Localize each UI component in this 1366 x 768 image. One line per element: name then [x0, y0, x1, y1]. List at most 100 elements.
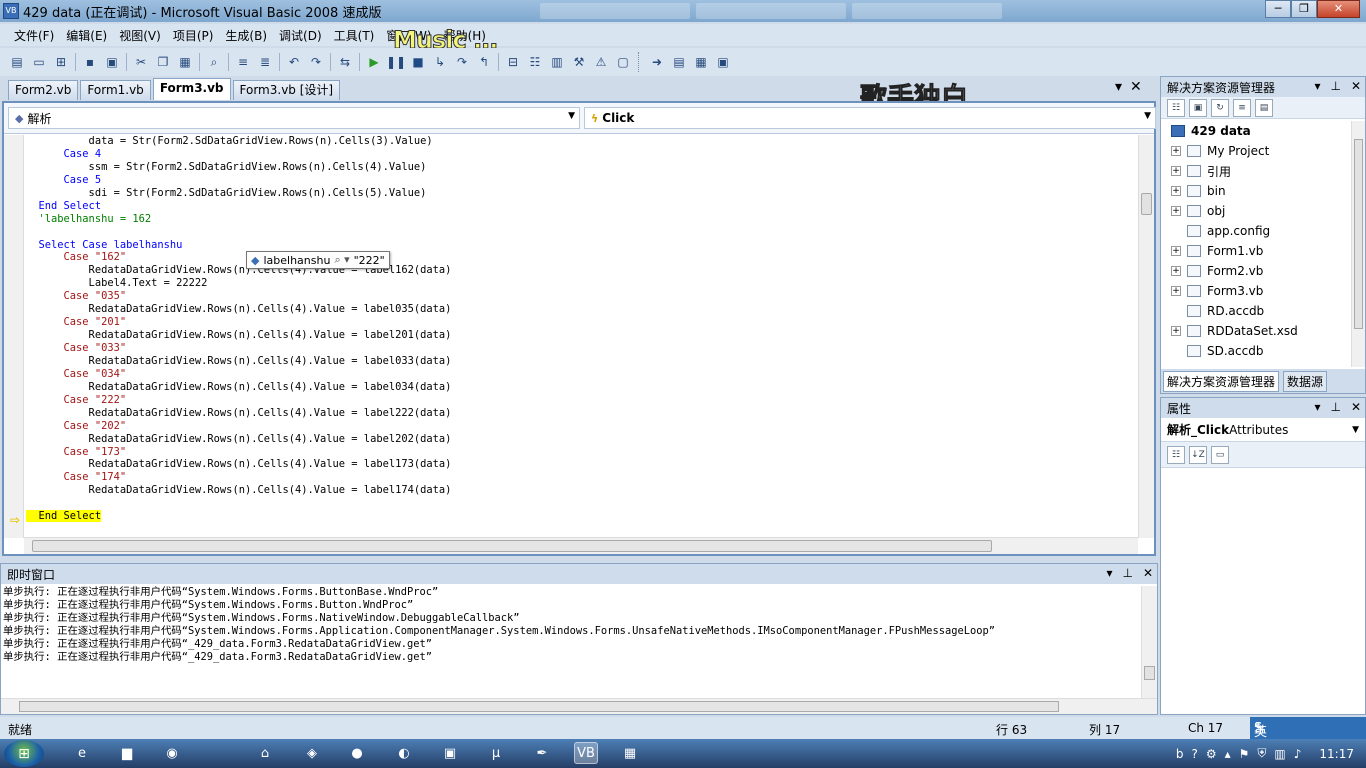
network-app-icon[interactable]: ⌂: [253, 742, 277, 764]
close-button[interactable]: ✕: [1317, 0, 1360, 18]
editor-vertical-scrollbar[interactable]: [1138, 135, 1154, 538]
cut-icon[interactable]: ✂: [130, 51, 152, 73]
maximize-button[interactable]: ❐: [1291, 0, 1317, 18]
code-line[interactable]: [26, 497, 1136, 510]
undo-icon[interactable]: ↶: [283, 51, 305, 73]
paste-icon[interactable]: ▦: [174, 51, 196, 73]
property-pages-icon[interactable]: ▭: [1211, 445, 1229, 464]
magnifier-icon[interactable]: ⌕ ▾: [334, 253, 349, 267]
indicator-margin[interactable]: ⇨: [4, 135, 24, 538]
code-line[interactable]: sdi = Str(Form2.SdDataGridView.Rows(n).C…: [26, 187, 1136, 200]
tree-item[interactable]: + RDDataSet.xsd: [1161, 321, 1365, 341]
scroll-thumb[interactable]: [32, 540, 992, 552]
editor-horizontal-scrollbar[interactable]: [24, 537, 1138, 554]
ime-toolbar[interactable]: S 英 °, ✎: [1250, 717, 1366, 740]
code-line[interactable]: Case "174": [26, 471, 1136, 484]
close-document-icon[interactable]: ✕: [1130, 79, 1142, 95]
close-icon[interactable]: ✕: [1351, 400, 1361, 414]
dropdown-icon[interactable]: ▾: [1314, 400, 1320, 414]
pin-icon[interactable]: ⊥: [1122, 566, 1132, 580]
step-into-icon[interactable]: ↳: [429, 51, 451, 73]
immediate-vertical-scrollbar[interactable]: [1141, 586, 1157, 698]
code-line[interactable]: RedataDataGridView.Rows(n).Cells(4).Valu…: [26, 264, 1136, 277]
visual-basic-task-icon[interactable]: VB: [574, 742, 598, 764]
code-line[interactable]: data = Str(Form2.SdDataGridView.Rows(n).…: [26, 135, 1136, 148]
code-line[interactable]: Case 4: [26, 148, 1136, 161]
dropdown-icon[interactable]: ▾: [1106, 566, 1112, 580]
code-line[interactable]: ssm = Str(Form2.SdDataGridView.Rows(n).C…: [26, 161, 1136, 174]
hex-display-icon[interactable]: ▤: [668, 51, 690, 73]
properties-button-icon[interactable]: ☷: [1167, 98, 1185, 117]
show-hidden-icons-icon[interactable]: ▴: [1225, 747, 1231, 761]
debug-datatip[interactable]: ◆ labelhanshu ⌕ ▾ "222": [246, 251, 390, 269]
code-line[interactable]: RedataDataGridView.Rows(n).Cells(4).Valu…: [26, 329, 1136, 342]
clock[interactable]: 11:17: [1319, 747, 1354, 761]
code-line[interactable]: Label4.Text = 22222: [26, 277, 1136, 290]
step-out-icon[interactable]: ↰: [473, 51, 495, 73]
stop-debug-icon[interactable]: ■: [407, 51, 429, 73]
pin-icon[interactable]: ⊥: [1330, 79, 1340, 93]
solution-explorer-scrollbar[interactable]: [1351, 121, 1365, 367]
code-line[interactable]: Case "162": [26, 251, 1136, 264]
copy-icon[interactable]: ❐: [152, 51, 174, 73]
expand-icon[interactable]: +: [1171, 186, 1181, 196]
tab-data-sources[interactable]: 数据源: [1283, 370, 1328, 392]
step-over-icon[interactable]: ↷: [451, 51, 473, 73]
expand-icon[interactable]: +: [1171, 326, 1181, 336]
uncomment-icon[interactable]: ≣: [254, 51, 276, 73]
add-item-icon[interactable]: ⊞: [50, 51, 72, 73]
view-code-icon[interactable]: ≡: [1233, 98, 1251, 117]
designer-task-icon[interactable]: ▦: [618, 742, 642, 764]
tab-form3-design[interactable]: Form3.vb [设计]: [232, 80, 341, 100]
save-icon[interactable]: ▪: [79, 51, 101, 73]
tool-icon[interactable]: ✒: [530, 742, 554, 764]
properties-object-selector[interactable]: 解析_Click Attributes ▼: [1161, 418, 1365, 442]
object-browser-icon[interactable]: ▥: [546, 51, 568, 73]
code-line[interactable]: RedataDataGridView.Rows(n).Cells(4).Valu…: [26, 407, 1136, 420]
redo-icon[interactable]: ↷: [305, 51, 327, 73]
expand-icon[interactable]: +: [1171, 146, 1181, 156]
code-line[interactable]: Case "034": [26, 368, 1136, 381]
tree-item[interactable]: + Form1.vb: [1161, 241, 1365, 261]
code-line[interactable]: [26, 226, 1136, 239]
tab-dropdown-icon[interactable]: ▾: [1115, 79, 1122, 95]
media-player-icon[interactable]: ◉: [160, 742, 184, 764]
code-line[interactable]: Case "201": [26, 316, 1136, 329]
code-line[interactable]: Case "222": [26, 394, 1136, 407]
menu-tools[interactable]: 工具(T): [328, 27, 381, 44]
code-line[interactable]: Case "035": [26, 290, 1136, 303]
refresh-icon[interactable]: ↻: [1211, 98, 1229, 117]
navigate-icon[interactable]: ⇆: [334, 51, 356, 73]
solution-explorer-icon[interactable]: ⊟: [502, 51, 524, 73]
tree-item[interactable]: + 引用: [1161, 161, 1365, 181]
expand-icon[interactable]: +: [1171, 266, 1181, 276]
chevron-down-icon[interactable]: ▼: [1144, 111, 1151, 121]
code-line[interactable]: RedataDataGridView.Rows(n).Cells(4).Valu…: [26, 458, 1136, 471]
method-name-combo[interactable]: ϟ Click ▼: [584, 107, 1156, 129]
chevron-down-icon[interactable]: ▼: [568, 111, 575, 121]
tab-form2-vb[interactable]: Form2.vb: [8, 80, 79, 100]
save-all-icon[interactable]: ▣: [101, 51, 123, 73]
menu-build[interactable]: 生成(B): [219, 27, 273, 44]
qq-icon[interactable]: ●: [345, 742, 369, 764]
browser-icon[interactable]: ◐: [392, 742, 416, 764]
class-name-combo[interactable]: ◆ 解析 ▼: [8, 107, 580, 129]
menu-project[interactable]: 项目(P): [167, 27, 220, 44]
code-line[interactable]: End Select: [26, 200, 1136, 213]
pin-icon[interactable]: ◆: [251, 254, 259, 267]
tree-item[interactable]: + Form3.vb: [1161, 281, 1365, 301]
bing-icon[interactable]: b: [1176, 747, 1184, 761]
minimize-button[interactable]: ─: [1265, 0, 1291, 18]
lite-app-icon[interactable]: ▣: [438, 742, 462, 764]
categorized-icon[interactable]: ☷: [1167, 445, 1185, 464]
scroll-thumb[interactable]: [1141, 193, 1152, 215]
code-line[interactable]: RedataDataGridView.Rows(n).Cells(4).Valu…: [26, 355, 1136, 368]
tree-item[interactable]: app.config: [1161, 221, 1365, 241]
app-icon[interactable]: ◈: [300, 742, 324, 764]
datatip-variable-value[interactable]: "222": [354, 254, 385, 267]
code-line[interactable]: Case "033": [26, 342, 1136, 355]
scroll-thumb[interactable]: [19, 701, 1059, 712]
tab-form3-vb[interactable]: Form3.vb: [152, 78, 231, 100]
tab-form1-vb[interactable]: Form1.vb: [80, 80, 151, 100]
tree-item[interactable]: + bin: [1161, 181, 1365, 201]
